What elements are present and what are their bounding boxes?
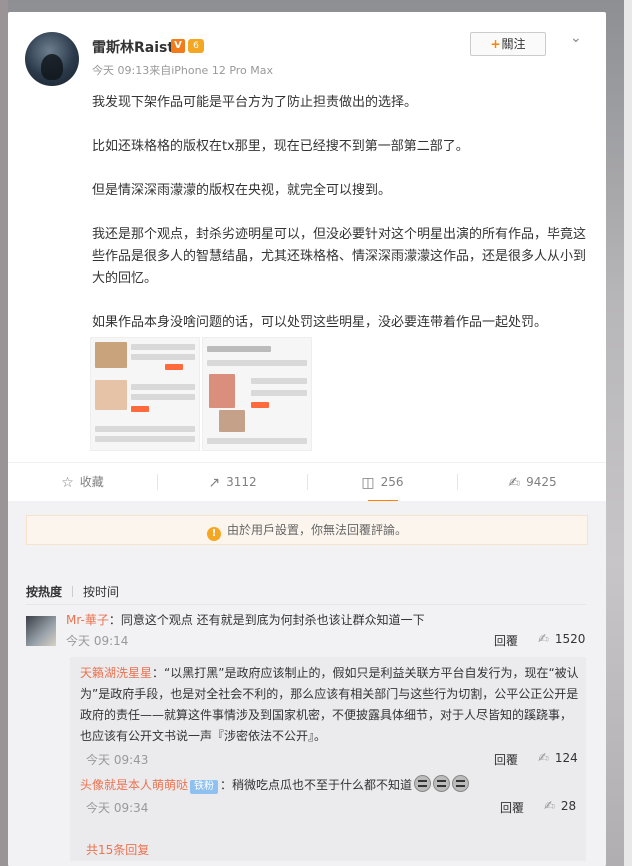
post-paragraph: 比如还珠格格的版权在tx那里，现在已经搜不到第一部第二部了。 [92,139,469,154]
thumbnail-picture [209,374,235,408]
comment-time: 今天 09:14 [66,634,129,648]
reply-restriction-notice: ! 由於用戶設置，你無法回覆評論。 [26,515,588,545]
reply-text: 头像就是本人萌萌哒 铁粉 ：稍微吃点瓜也不至于什么都不知道 [80,775,580,796]
reply-like-count: 124 [554,751,578,765]
thumbnail-line [207,438,307,444]
follow-button[interactable]: +關注 [470,32,546,56]
plus-icon: + [490,37,501,51]
tab-hot[interactable]: 按热度 [26,585,62,599]
comment-count: 256 [380,475,404,489]
post-paragraph: 但是情深深雨濛濛的版权在央视，就完全可以搜到。 [92,183,392,198]
thumbnail-picture [95,342,127,368]
thumbnail-line [207,346,271,352]
level-badge: 6 [188,39,204,53]
sunglasses-emoji-icon [433,775,451,792]
chevron-down-icon[interactable]: ⌄ [570,30,582,46]
thumbnail-button [165,364,183,370]
notice-text: 由於用戶設置，你無法回覆評論。 [226,523,407,537]
action-bar: ☆ 收藏 ↗ 3112 ◫ 256 ✍ 9425 [8,462,606,502]
thumbs-up-icon: ✍ [508,475,521,491]
fan-badge: 铁粉 [190,780,219,794]
replier-name[interactable]: 头像就是本人萌萌哒 [80,778,188,792]
commenter-name[interactable]: Mr-華子 [66,613,109,627]
favorite-label: 收藏 [79,475,104,489]
share-icon: ↗ [208,475,221,491]
reply-text: 天籟湖洗星星：“以黑打黑”是政府应该制止的，假如只是利益关联方平台自发行为，现在… [80,663,580,747]
post-header: 雷斯林Raist V 6 今天 09:13来自iPhone 12 Pro Max… [8,12,606,92]
thumbnail-line [251,378,307,384]
sunglasses-emoji-icon [452,775,470,792]
reply-body: ：稍微吃点瓜也不至于什么都不知道 [220,778,413,792]
reply-like-button[interactable]: ✍ 28 [544,799,576,814]
thumbnail-button [131,406,149,412]
comment-reply-button[interactable]: 回覆 [494,632,518,649]
user-avatar[interactable] [25,32,79,86]
star-icon: ☆ [61,475,74,491]
post-body: 我发现下架作品可能是平台方为了防止担责做出的选择。 比如还珠格格的版权在tx那里… [92,92,592,356]
replier-name[interactable]: 天籟湖洗星星 [80,666,152,680]
reply-reply-button[interactable]: 回覆 [494,751,518,768]
reply-time: 今天 09:43 [86,753,149,767]
follow-label: 關注 [501,37,526,51]
thumbnail-line [131,344,195,350]
post-paragraph: 我还是那个观点，封杀劣迹明星可以，但没必要针对这个明星出演的所有作品，毕竟这些作… [92,227,587,286]
thumbnail-picture [95,380,127,410]
divider [72,586,74,597]
verified-icon: V [171,39,185,53]
post-meta: 今天 09:13来自iPhone 12 Pro Max [92,64,274,77]
reply-list: 天籟湖洗星星：“以黑打黑”是政府应该制止的，假如只是利益关联方平台自发行为，现在… [70,657,586,861]
post-paragraph: 我发现下架作品可能是平台方为了防止担责做出的选择。 [92,95,418,110]
reply-body: ：“以黑打黑”是政府应该制止的，假如只是利益关联方平台自发行为，现在“被认为”是… [80,666,579,743]
thumbnail-line [251,390,307,396]
like-button[interactable]: ✍ 9425 [458,463,606,501]
repost-button[interactable]: ↗ 3112 [158,463,307,501]
reply-like-button[interactable]: ✍ 124 [538,751,578,766]
divider [26,604,586,605]
comment-icon: ◫ [361,475,375,491]
weibo-card: 雷斯林Raist V 6 今天 09:13来自iPhone 12 Pro Max… [8,12,606,866]
more-replies-link[interactable]: 共15条回复 [86,841,149,858]
like-count: 9425 [526,475,557,489]
username[interactable]: 雷斯林Raist [92,37,174,57]
comment-body: ：同意这个观点 还有就是到底为何封杀也该让群众知道一下 [108,613,425,627]
thumbnail-picture [219,410,245,432]
comment-like-button[interactable]: ✍ 1520 [538,632,585,647]
thumbnail-button [251,402,269,408]
page-background [0,0,8,866]
comment-section: ! 由於用戶設置，你無法回覆評論。 按热度 按时间 Mr-華子：同意这个观点 还有就… [8,501,606,866]
thumbnail-line [95,436,195,442]
reply-reply-button[interactable]: 回覆 [500,799,524,816]
tab-time[interactable]: 按时间 [83,585,119,599]
scrollbar[interactable] [624,0,632,866]
commenter-avatar[interactable] [26,616,56,646]
thumbnail-line [95,426,195,432]
comment-text: Mr-華子：同意这个观点 还有就是到底为何封杀也该让群众知道一下 [66,610,586,630]
post-paragraph: 如果作品本身没啥问题的话，可以处罚这些明星，没必要连带着作品一起处罚。 [92,315,548,330]
reply-like-count: 28 [560,799,577,813]
post-image-2[interactable] [202,337,312,451]
thumbnail-line [131,354,195,360]
comment-sort-tabs: 按热度 按时间 [26,583,119,600]
thumbs-up-icon: ✍ [538,632,549,647]
post-images [90,337,312,451]
repost-count: 3112 [226,475,257,489]
sunglasses-emoji-icon [414,775,432,792]
post-image-1[interactable] [90,337,200,451]
comment-like-count: 1520 [554,632,586,646]
thumbnail-line [131,384,195,390]
thumbs-up-icon: ✍ [538,751,549,766]
thumbs-up-icon: ✍ [544,799,555,814]
info-icon: ! [206,527,221,541]
thumbnail-line [207,360,307,366]
thumbnail-line [131,394,195,400]
comment-button[interactable]: ◫ 256 [308,463,457,502]
reply-time: 今天 09:34 [86,801,149,815]
favorite-button[interactable]: ☆ 收藏 [8,463,157,501]
